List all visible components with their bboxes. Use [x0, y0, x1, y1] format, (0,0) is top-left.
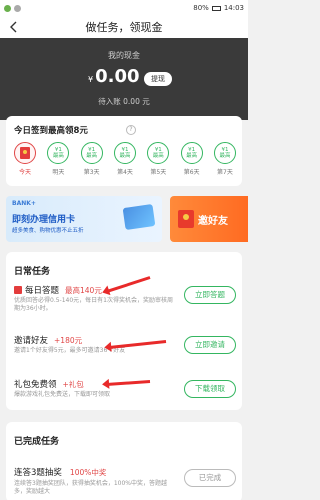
- checkin-day[interactable]: ¥1 最高 第3天: [79, 142, 105, 182]
- battery-icon: [211, 5, 221, 11]
- coin-icon: ¥1 最高: [180, 142, 203, 164]
- invite-banner-text: 邀好友: [198, 216, 228, 227]
- app-notification-icon: [14, 4, 21, 12]
- coin-icon: ¥1 最高: [47, 142, 70, 164]
- red-envelope-icon: [14, 142, 36, 164]
- task-reward: 最高140元: [65, 285, 102, 295]
- currency-symbol: ¥: [88, 75, 94, 84]
- checkin-title: 今日签到最高领8元: [14, 126, 88, 136]
- checkin-day[interactable]: ¥1 最高 第4天: [112, 142, 138, 182]
- bank-logo: BANK+: [12, 200, 36, 207]
- task-name: 邀请好友: [14, 336, 49, 346]
- coin-icon: ¥1 最高: [147, 142, 170, 164]
- page-title: 做任务，领现金: [85, 21, 163, 34]
- task-daily-quiz: 每日答题 最高140元 优质回答必得0.5-140元，每日有1次得奖机会，奖励审…: [6, 284, 242, 324]
- task-description: 邀请1个好友得5元，最多可邀请36个好友: [14, 347, 126, 354]
- banner-subline: 超多美食、购物优惠不止五折: [12, 228, 84, 234]
- download-claim-button[interactable]: 下载领取: [184, 380, 236, 398]
- cash-label: 我的现金: [108, 51, 140, 60]
- back-arrow-icon[interactable]: [6, 19, 22, 35]
- answer-now-button[interactable]: 立即答题: [184, 286, 236, 304]
- task-description: 优质回答必得0.5-140元，每日有1次得奖机会，奖励审核周期为36小时。: [14, 297, 173, 312]
- task-reward: +礼包: [62, 379, 84, 389]
- clock: 14:03: [223, 4, 244, 12]
- cash-value: 0.00: [95, 66, 140, 87]
- task-invite-friends: 邀请好友 +180元 邀请1个好友得5元，最多可邀请36个好友 立即邀请: [6, 334, 242, 374]
- banner-headline: 即刻办理信用卡: [12, 215, 76, 225]
- day-label: 第3天: [83, 169, 100, 176]
- task-name: 每日答题: [25, 286, 60, 296]
- completed-task: 连答3题抽奖 100%中奖: [14, 466, 107, 479]
- task-name: 礼包免费领: [14, 380, 57, 390]
- daily-tasks-card: 日常任务 每日答题 最高140元 优质回答必得0.5-140元，每日有1次得奖机…: [6, 252, 242, 410]
- day-label: 第5天: [150, 169, 167, 176]
- hot-tag-icon: [14, 286, 22, 294]
- pending-amount: 待入账 0.00 元: [98, 97, 150, 106]
- credit-card-icon: [122, 204, 156, 230]
- red-envelope-icon: [178, 210, 194, 228]
- checkin-day-today[interactable]: 今天: [12, 142, 38, 182]
- invite-now-button[interactable]: 立即邀请: [184, 336, 236, 354]
- withdraw-button[interactable]: 提现: [144, 72, 172, 86]
- task-description: 连续答3题抽奖团队，获得抽奖机会，100%中奖，答题越多，奖励越大: [14, 480, 167, 495]
- battery-percent: 80%: [193, 4, 209, 12]
- task-reward: +180元: [54, 335, 83, 345]
- checkin-day[interactable]: ¥1 最高 明天: [45, 142, 71, 182]
- status-bar: 80% 14:03: [0, 0, 248, 16]
- day-label: 明天: [52, 169, 65, 176]
- page-header: 做任务，领现金: [0, 16, 248, 38]
- credit-card-banner[interactable]: BANK+ 即刻办理信用卡 超多美食、购物优惠不止五折: [6, 196, 162, 242]
- task-name: 连答3题抽奖: [14, 468, 62, 478]
- cash-amount: ¥ 0.00: [88, 66, 140, 87]
- question-icon[interactable]: ?: [126, 125, 136, 135]
- coin-icon: ¥1 最高: [213, 142, 236, 164]
- day-label: 今天: [18, 169, 31, 176]
- task-reward: 100%中奖: [69, 467, 107, 477]
- section-title: 已完成任务: [14, 437, 60, 447]
- checkin-day[interactable]: ¥1 最高 第5天: [145, 142, 171, 182]
- cash-balance-panel: 我的现金 ¥ 0.00 提现 待入账 0.00 元: [0, 38, 248, 120]
- invite-banner[interactable]: 邀好友: [170, 172, 248, 242]
- coin-icon: ¥1 最高: [113, 142, 136, 164]
- day-label: 第4天: [117, 169, 133, 176]
- coin-icon: ¥1 最高: [80, 142, 103, 164]
- task-description: 爆款游戏礼包免费送，下载即可领取: [14, 391, 111, 398]
- completed-button: 已完成: [184, 469, 236, 487]
- completed-tasks-card: 已完成任务 连答3题抽奖 100%中奖 连续答3题抽奖团队，获得抽奖机会，100…: [6, 422, 242, 500]
- section-title: 日常任务: [14, 267, 51, 277]
- app-notification-icon: [4, 4, 11, 12]
